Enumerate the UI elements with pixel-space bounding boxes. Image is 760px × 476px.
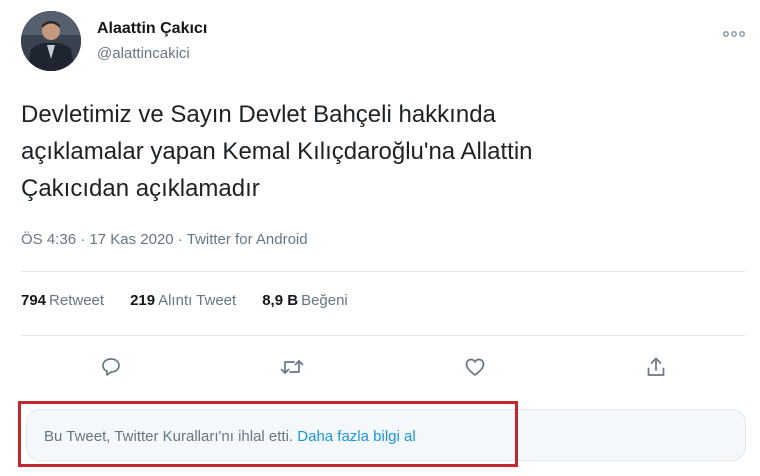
likes-count: 8,9 B	[262, 292, 299, 309]
quotes-label: Alıntı Tweet	[158, 292, 237, 309]
tweet-time[interactable]: ÖS 4:36	[21, 231, 76, 248]
reply-button[interactable]	[97, 353, 125, 381]
tweet-text: Devletimiz ve Sayın Devlet Bahçeli hakkı…	[21, 101, 533, 202]
more-options-icon[interactable]	[722, 26, 746, 37]
author-name[interactable]: Alaattin Çakıcı	[97, 20, 207, 38]
quotes-count: 219	[130, 292, 156, 309]
retweets-count: 794	[21, 292, 47, 309]
retweets-label: Retweet	[49, 292, 105, 309]
avatar-photo	[21, 11, 81, 71]
avatar[interactable]	[21, 11, 81, 71]
highlight-frame	[18, 401, 518, 467]
tweet-date[interactable]: 17 Kas 2020	[89, 231, 173, 248]
tweet-meta: ÖS 4:36 · 17 Kas 2020 · Twitter for Andr…	[21, 231, 308, 248]
share-icon	[647, 357, 665, 376]
retweet-button[interactable]	[278, 353, 306, 381]
reply-icon	[102, 358, 120, 376]
quotes-stat[interactable]: 219 Alıntı Tweet	[130, 292, 236, 309]
tweet-card: Alaattin Çakıcı @alattincakici Devletimi…	[0, 0, 760, 476]
like-button[interactable]	[461, 353, 489, 381]
meta-separator: ·	[177, 231, 183, 248]
meta-separator: ·	[80, 231, 86, 248]
tweet-source[interactable]: Twitter for Android	[187, 231, 308, 248]
divider	[21, 335, 745, 336]
share-button[interactable]	[642, 353, 670, 381]
likes-label: Beğeni	[301, 292, 348, 309]
action-bar	[0, 353, 760, 381]
likes-stat[interactable]: 8,9 B Beğeni	[262, 292, 348, 309]
retweet-icon	[280, 360, 304, 374]
divider	[21, 271, 745, 272]
like-icon	[465, 358, 485, 376]
retweets-stat[interactable]: 794 Retweet	[21, 292, 104, 309]
author-handle[interactable]: @alattincakici	[97, 45, 190, 62]
tweet-stats: 794 Retweet 219 Alıntı Tweet 8,9 B Beğeni	[21, 292, 348, 309]
